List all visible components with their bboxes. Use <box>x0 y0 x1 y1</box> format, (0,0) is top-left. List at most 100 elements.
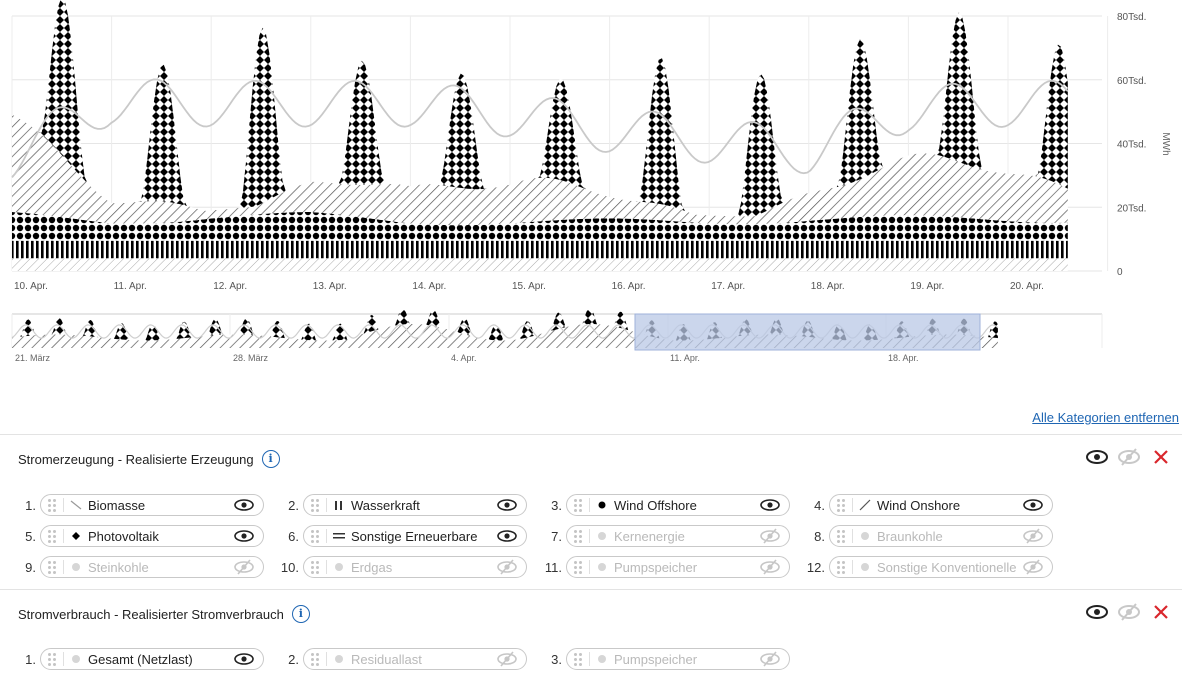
eye-slash-icon[interactable] <box>759 528 781 544</box>
drag-handle-icon[interactable] <box>48 498 58 512</box>
x-tick-label: 19. Apr. <box>910 281 944 292</box>
divider <box>852 529 853 543</box>
x-tick-label: 14. Apr. <box>412 281 446 292</box>
area-biomasse <box>12 258 1068 271</box>
divider <box>63 560 64 574</box>
drag-handle-icon[interactable] <box>837 529 847 543</box>
category-pill[interactable]: Residuallast <box>303 648 527 670</box>
x-tick-label: 11. Apr. <box>114 281 147 292</box>
dot-icon <box>594 530 610 542</box>
y-tick-label: 20Tsd. <box>1117 203 1146 214</box>
eye-slash-icon[interactable] <box>759 559 781 575</box>
category-item: 9. Steinkohle <box>0 556 266 580</box>
remove-all-categories-link[interactable]: Alle Kategorien entfernen <box>1032 410 1179 425</box>
area-wasserkraft <box>12 240 1068 259</box>
eye-icon[interactable] <box>1022 499 1044 511</box>
eye-icon[interactable] <box>759 499 781 511</box>
category-label: Biomasse <box>88 497 146 513</box>
category-pill[interactable]: Gesamt (Netzlast) <box>40 648 264 670</box>
category-number: 2. <box>288 652 299 667</box>
navigator-label: 21. März <box>15 353 51 363</box>
drag-handle-icon[interactable] <box>311 652 321 666</box>
drag-handle-icon[interactable] <box>311 529 321 543</box>
show-all-eye-icon[interactable] <box>1086 447 1108 467</box>
category-pill[interactable]: Pumpspeicher <box>566 648 790 670</box>
category-number: 6. <box>288 529 299 544</box>
eye-slash-icon[interactable] <box>1022 559 1044 575</box>
biomasse-icon <box>68 499 84 511</box>
eye-icon[interactable] <box>233 499 255 511</box>
drag-handle-icon[interactable] <box>574 529 584 543</box>
category-pill[interactable]: Wasserkraft <box>303 494 527 516</box>
navigator-selection[interactable] <box>634 313 981 351</box>
section-generation: Stromerzeugung - Realisierte Erzeugung i… <box>0 434 1182 590</box>
category-pill[interactable]: Braunkohle <box>829 525 1053 547</box>
category-number: 1. <box>25 652 36 667</box>
category-pill[interactable]: Wind Offshore <box>566 494 790 516</box>
divider <box>326 498 327 512</box>
drag-handle-icon[interactable] <box>574 652 584 666</box>
category-pill[interactable]: Pumpspeicher <box>566 556 790 578</box>
category-pill[interactable]: Biomasse <box>40 494 264 516</box>
dot-icon <box>68 653 84 665</box>
category-label: Kernenergie <box>614 528 685 544</box>
drag-handle-icon[interactable] <box>48 529 58 543</box>
category-item: 5. Photovoltaik <box>0 525 266 549</box>
remove-section-close-icon[interactable] <box>1150 447 1172 467</box>
category-pill[interactable]: Wind Onshore <box>829 494 1053 516</box>
category-number: 5. <box>25 529 36 544</box>
y-tick-label: 60Tsd. <box>1117 76 1146 87</box>
eye-icon[interactable] <box>233 530 255 542</box>
eye-icon[interactable] <box>496 530 518 542</box>
sonstige-erneuerbare-icon <box>331 530 347 542</box>
info-icon[interactable]: i <box>261 450 280 468</box>
category-label: Sonstige Konventionelle <box>877 559 1017 575</box>
category-label: Sonstige Erneuerbare <box>351 528 478 544</box>
category-pill[interactable]: Sonstige Erneuerbare <box>303 525 527 547</box>
drag-handle-icon[interactable] <box>837 560 847 574</box>
eye-slash-icon[interactable] <box>759 651 781 667</box>
drag-handle-icon[interactable] <box>837 498 847 512</box>
divider <box>326 560 327 574</box>
divider <box>852 560 853 574</box>
category-number: 1. <box>25 498 36 513</box>
category-label: Pumpspeicher <box>614 651 698 667</box>
category-number: 2. <box>288 498 299 513</box>
y-axis-labels: 80Tsd. 60Tsd. 40Tsd. 20Tsd. 0 <box>1117 12 1146 278</box>
eye-slash-icon[interactable] <box>233 559 255 575</box>
category-pill[interactable]: Photovoltaik <box>40 525 264 547</box>
drag-handle-icon[interactable] <box>311 498 321 512</box>
x-tick-label: 20. Apr. <box>1010 281 1044 292</box>
category-item: 1. Biomasse <box>0 494 266 518</box>
eye-icon[interactable] <box>233 653 255 665</box>
divider <box>589 560 590 574</box>
category-label: Wasserkraft <box>351 497 420 513</box>
x-axis-labels: 10. Apr. 11. Apr. 12. Apr. 13. Apr. 14. Apr.… <box>14 281 1044 292</box>
eye-slash-icon[interactable] <box>1022 528 1044 544</box>
time-navigator[interactable]: 21. März 28. März 4. Apr. 11. Apr. 18. Apr. <box>0 310 1182 370</box>
hide-all-eye-slash-icon[interactable] <box>1118 602 1140 622</box>
divider <box>326 529 327 543</box>
drag-handle-icon[interactable] <box>574 560 584 574</box>
category-number: 10. <box>280 560 299 575</box>
show-all-eye-icon[interactable] <box>1086 602 1108 622</box>
eye-icon[interactable] <box>496 499 518 511</box>
drag-handle-icon[interactable] <box>48 652 58 666</box>
main-chart[interactable]: 10. Apr. 11. Apr. 12. Apr. 13. Apr. 14. Apr.… <box>0 0 1182 300</box>
eye-slash-icon[interactable] <box>496 651 518 667</box>
dot-icon <box>857 530 873 542</box>
navigator-label: 4. Apr. <box>451 353 477 363</box>
category-pill[interactable]: Erdgas <box>303 556 527 578</box>
divider <box>589 529 590 543</box>
category-pill[interactable]: Steinkohle <box>40 556 264 578</box>
remove-section-close-icon[interactable] <box>1150 602 1172 622</box>
drag-handle-icon[interactable] <box>311 560 321 574</box>
drag-handle-icon[interactable] <box>48 560 58 574</box>
category-pill[interactable]: Sonstige Konventionelle <box>829 556 1053 578</box>
y-tick-label: 40Tsd. <box>1117 140 1146 151</box>
hide-all-eye-slash-icon[interactable] <box>1118 447 1140 467</box>
eye-slash-icon[interactable] <box>496 559 518 575</box>
info-icon[interactable]: i <box>291 605 310 623</box>
category-pill[interactable]: Kernenergie <box>566 525 790 547</box>
drag-handle-icon[interactable] <box>574 498 584 512</box>
